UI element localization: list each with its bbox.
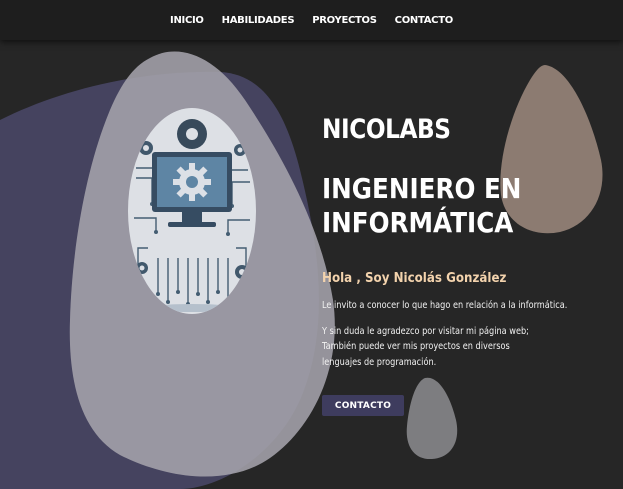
hero-illustration <box>128 108 256 314</box>
computer-gear-icon <box>128 108 256 314</box>
nav-link-contacto[interactable]: CONTACTO <box>386 15 462 26</box>
contact-button[interactable]: CONTACTO <box>322 395 404 416</box>
intro-paragraph: Le invito a conocer lo que hago en relac… <box>322 300 568 311</box>
top-navbar: INICIO HABILIDADES PROYECTOS CONTACTO <box>0 0 623 40</box>
headline-line-2: INFORMÁTICA <box>322 206 514 239</box>
brand-title: NICOLABS <box>322 114 451 145</box>
nav-link-habilidades[interactable]: HABILIDADES <box>213 15 304 26</box>
nav-link-proyectos[interactable]: PROYECTOS <box>303 15 385 26</box>
hero-content: NICOLABS INGENIERO EN INFORMÁTICA Hola ,… <box>322 114 568 370</box>
greeting-text: Hola , Soy Nicolás González <box>322 270 507 286</box>
small-grey-blob <box>406 377 458 460</box>
thanks-paragraph: Y sin duda le agradezco por visitar mi p… <box>322 325 529 368</box>
headline-line-1: INGENIERO EN <box>322 172 522 205</box>
headline: INGENIERO EN INFORMÁTICA <box>322 172 522 240</box>
nav-link-inicio[interactable]: INICIO <box>161 15 213 26</box>
